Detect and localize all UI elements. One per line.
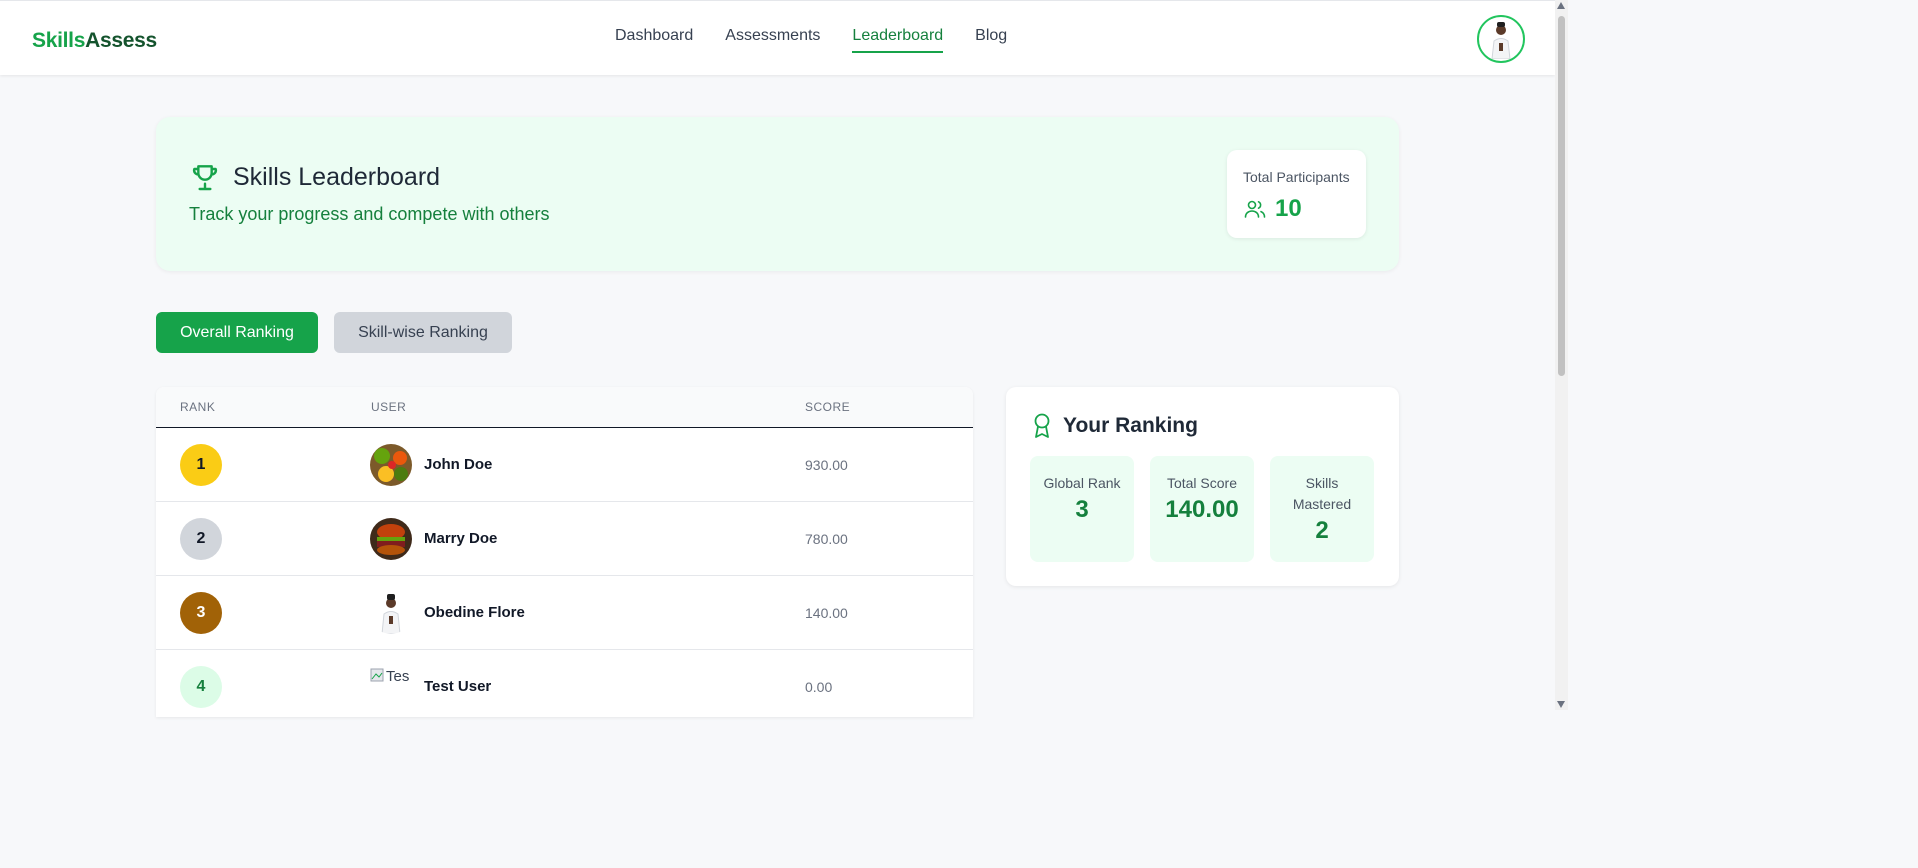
broken-avatar-image: Tes <box>370 668 409 685</box>
nav-dashboard[interactable]: Dashboard <box>615 27 693 53</box>
user-avatar <box>370 444 412 486</box>
table-row[interactable]: 2 Marry Doe 780.00 <box>156 502 973 576</box>
page-title: Skills Leaderboard <box>233 162 441 191</box>
user-score: 140.00 <box>805 605 848 621</box>
top-navbar: SkillsAssess Dashboard Assessments Leade… <box>0 0 1555 75</box>
user-name: Test User <box>424 678 492 695</box>
nav-assessments[interactable]: Assessments <box>725 27 820 53</box>
brand-part-2: Assess <box>85 29 157 52</box>
table-header: RANK USER SCORE <box>156 387 973 428</box>
scroll-down-arrow-icon[interactable] <box>1557 701 1565 708</box>
table-row[interactable]: 1 John Doe 930.00 <box>156 428 973 502</box>
broken-image-icon <box>370 668 384 682</box>
leaderboard-table: RANK USER SCORE 1 John Doe 930.00 2 Marr… <box>156 387 973 717</box>
your-ranking-header: Your Ranking <box>1031 413 1198 439</box>
rank-badge: 2 <box>180 518 222 560</box>
scroll-thumb[interactable] <box>1558 16 1565 376</box>
skills-mastered-value: 2 <box>1315 517 1329 544</box>
user-avatar <box>370 592 412 634</box>
food-photo-icon <box>370 444 412 486</box>
brand-logo[interactable]: SkillsAssess <box>32 29 157 53</box>
user-name: Marry Doe <box>424 530 498 547</box>
page-subtitle: Track your progress and compete with oth… <box>189 204 550 224</box>
total-participants-card: Total Participants 10 <box>1227 150 1366 238</box>
profile-avatar[interactable] <box>1477 15 1525 63</box>
column-header-score: SCORE <box>805 400 851 414</box>
trophy-icon <box>192 165 218 191</box>
participants-label: Total Participants <box>1243 169 1350 185</box>
burger-photo-icon <box>370 518 412 560</box>
page-scrollbar[interactable] <box>1555 0 1568 710</box>
column-header-rank: RANK <box>180 400 216 414</box>
leaderboard-hero: Skills Leaderboard Track your progress a… <box>156 117 1399 271</box>
global-rank-value: 3 <box>1075 496 1089 523</box>
participants-value-row: 10 <box>1243 195 1302 223</box>
rank-badge: 1 <box>180 444 222 486</box>
tab-overall-ranking[interactable]: Overall Ranking <box>156 312 318 353</box>
users-icon <box>1244 200 1266 218</box>
table-row[interactable]: 3 Obedine Flore 140.00 <box>156 576 973 650</box>
rank-badge: 3 <box>180 592 222 634</box>
user-score: 930.00 <box>805 457 848 473</box>
column-header-user: USER <box>371 400 407 414</box>
skills-mastered-stat: Skills Mastered 2 <box>1270 456 1374 562</box>
rank-badge: 4 <box>180 666 222 708</box>
user-avatar <box>370 518 412 560</box>
user-score: 780.00 <box>805 531 848 547</box>
nav-leaderboard[interactable]: Leaderboard <box>852 27 944 53</box>
brand-part-1: Skills <box>32 29 86 52</box>
your-ranking-card: Your Ranking Global Rank 3 Total Score 1… <box>1006 387 1399 586</box>
person-photo-icon <box>1481 19 1521 59</box>
total-score-stat: Total Score 140.00 <box>1150 456 1254 562</box>
user-name: John Doe <box>424 456 493 473</box>
your-ranking-title: Your Ranking <box>1063 414 1198 437</box>
nav-blog[interactable]: Blog <box>975 27 1007 53</box>
table-row[interactable]: 4 Tes Test User 0.00 <box>156 650 973 717</box>
participants-count: 10 <box>1275 195 1302 222</box>
hero-title-row: Skills Leaderboard <box>189 161 440 193</box>
user-score: 0.00 <box>805 679 833 695</box>
total-score-label: Total Score <box>1166 475 1238 491</box>
tab-skill-wise-ranking[interactable]: Skill-wise Ranking <box>334 312 512 353</box>
avatar-alt-text: Tes <box>386 668 410 685</box>
user-name: Obedine Flore <box>424 604 525 621</box>
award-icon <box>1034 413 1050 438</box>
main-nav: Dashboard Assessments Leaderboard Blog <box>615 27 1007 53</box>
total-score-value: 140.00 <box>1165 496 1239 523</box>
global-rank-stat: Global Rank 3 <box>1030 456 1134 562</box>
skills-mastered-label: Skills Mastered <box>1292 475 1352 512</box>
global-rank-label: Global Rank <box>1043 475 1121 491</box>
person-photo-icon <box>370 592 412 634</box>
scroll-up-arrow-icon[interactable] <box>1557 2 1565 9</box>
